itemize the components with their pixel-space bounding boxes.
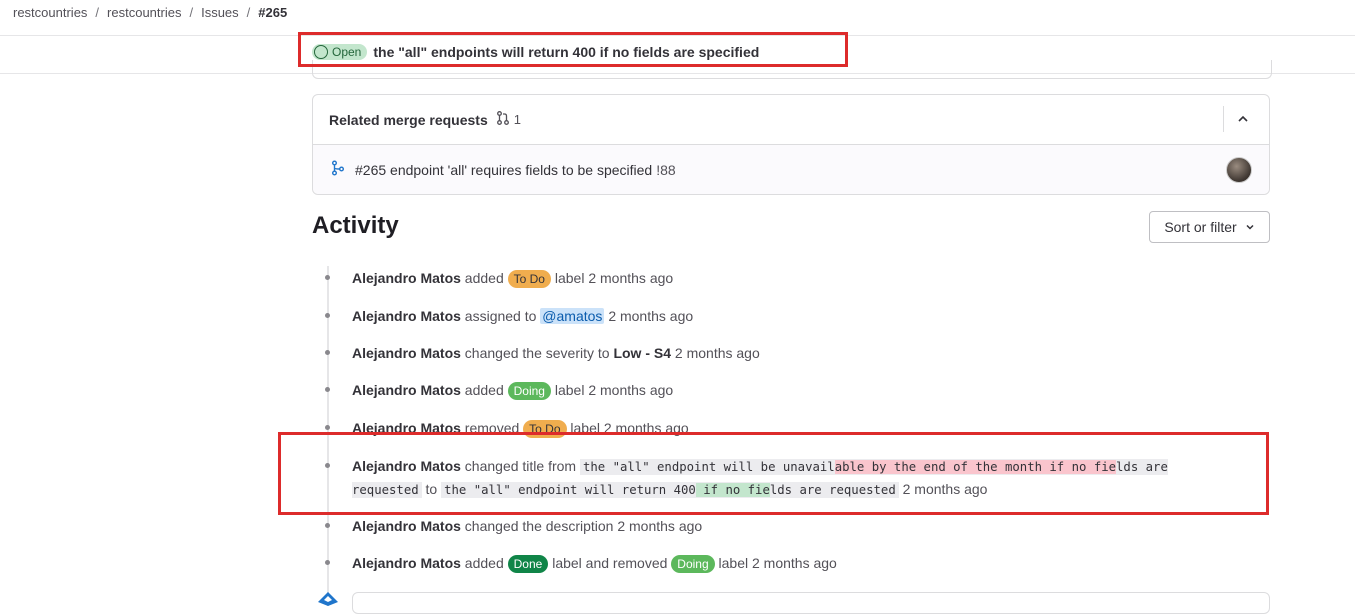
- activity-author[interactable]: Alejandro Matos: [352, 345, 461, 361]
- highlight-box-title: [298, 32, 848, 67]
- merge-request-open-icon: [331, 160, 345, 179]
- activity-author[interactable]: Alejandro Matos: [352, 518, 461, 534]
- header-divider-vertical: [1223, 106, 1224, 132]
- severity-value: Low - S4: [613, 345, 672, 361]
- merge-request-icon: [496, 111, 510, 128]
- activity-item: Alejandro Matos changed the severity to …: [352, 342, 760, 364]
- timeline-dot: [325, 350, 330, 355]
- activity-action: changed the description 2 months ago: [464, 518, 703, 534]
- activity-suffix: 2 months ago: [674, 345, 760, 361]
- activity-action: assigned to: [464, 308, 537, 324]
- related-merge-requests-header: Related merge requests 1: [313, 95, 1269, 145]
- comment-author-avatar[interactable]: [314, 592, 342, 612]
- breadcrumb-item-issues[interactable]: Issues: [201, 5, 239, 20]
- activity-action: added: [464, 270, 504, 286]
- activity-item: Alejandro Matos assigned to @amatos 2 mo…: [352, 305, 693, 327]
- sort-or-filter-label: Sort or filter: [1164, 219, 1237, 235]
- related-merge-request-ref: !88: [656, 161, 676, 178]
- activity-author[interactable]: Alejandro Matos: [352, 270, 461, 286]
- activity-item: Alejandro Matos added Done label and rem…: [352, 552, 837, 574]
- activity-item: Alejandro Matos added To Do label 2 mont…: [352, 267, 673, 289]
- activity-middle: label and removed: [552, 555, 668, 571]
- collapse-toggle-button[interactable]: [1233, 109, 1253, 129]
- related-merge-requests-card: Related merge requests 1 #265 endpoint '…: [312, 94, 1270, 195]
- highlight-box-title-change: [278, 432, 1269, 515]
- related-merge-request-title[interactable]: #265 endpoint 'all' requires fields to b…: [355, 162, 652, 178]
- timeline-dot: [325, 523, 330, 528]
- assignee-avatar[interactable]: [1226, 157, 1252, 183]
- activity-action: added: [464, 555, 504, 571]
- breadcrumb-item-project[interactable]: restcountries: [107, 5, 181, 20]
- timeline-dot: [325, 275, 330, 280]
- related-merge-request-row[interactable]: #265 endpoint 'all' requires fields to b…: [313, 145, 1269, 194]
- activity-suffix: 2 months ago: [608, 308, 694, 324]
- comment-card: [352, 592, 1270, 614]
- timeline-dot: [325, 387, 330, 392]
- related-merge-requests-count: 1: [513, 112, 521, 127]
- related-merge-requests-title: Related merge requests: [329, 111, 488, 128]
- label-done[interactable]: Done: [507, 555, 549, 573]
- activity-suffix: label 2 months ago: [554, 382, 674, 398]
- user-mention[interactable]: @amatos: [540, 308, 605, 324]
- activity-author[interactable]: Alejandro Matos: [352, 555, 461, 571]
- breadcrumb-separator: /: [189, 5, 194, 20]
- breadcrumb-separator: /: [246, 5, 251, 20]
- breadcrumb-current[interactable]: #265: [258, 5, 287, 20]
- activity-author[interactable]: Alejandro Matos: [352, 382, 461, 398]
- label-doing[interactable]: Doing: [507, 382, 551, 400]
- activity-action: added: [464, 382, 504, 398]
- breadcrumb-separator: /: [95, 5, 100, 20]
- activity-action: changed the severity to: [464, 345, 610, 361]
- sort-or-filter-dropdown[interactable]: Sort or filter: [1149, 211, 1270, 243]
- activity-suffix: label 2 months ago: [718, 555, 837, 571]
- chevron-down-icon: [1246, 224, 1254, 230]
- timeline-dot: [325, 313, 330, 318]
- activity-item: Alejandro Matos added Doing label 2 mont…: [352, 379, 673, 401]
- activity-author[interactable]: Alejandro Matos: [352, 308, 461, 324]
- timeline-dot: [325, 560, 330, 565]
- label-todo[interactable]: To Do: [507, 270, 551, 288]
- activity-item: Alejandro Matos changed the description …: [352, 515, 702, 537]
- breadcrumb-item-namespace[interactable]: restcountries: [13, 5, 87, 20]
- timeline-dot: [325, 425, 330, 430]
- activity-suffix: label 2 months ago: [554, 270, 674, 286]
- chevron-up-icon: [1238, 115, 1248, 122]
- label-doing[interactable]: Doing: [671, 555, 715, 573]
- breadcrumb: restcountries / restcountries / Issues / #265: [13, 5, 287, 20]
- activity-heading: Activity: [312, 212, 399, 239]
